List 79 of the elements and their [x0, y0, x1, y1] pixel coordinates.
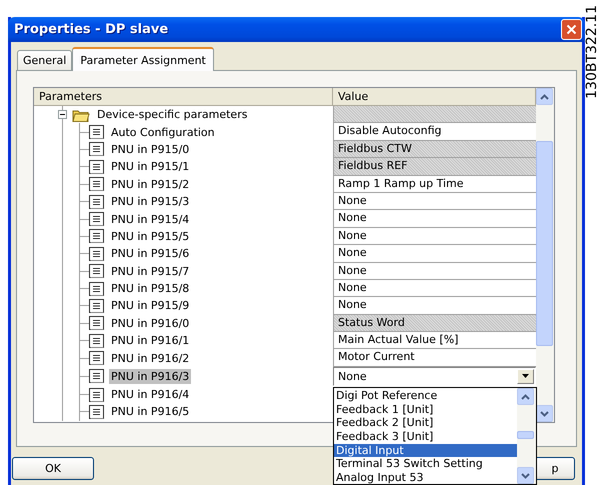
value-cell[interactable]: Status Word — [333, 314, 536, 332]
column-header[interactable]: Parameters — [34, 88, 333, 105]
close-icon — [566, 24, 577, 35]
value-dropdown[interactable]: None — [333, 366, 536, 386]
tab[interactable]: General — [17, 50, 72, 70]
scroll-up-button[interactable] — [536, 88, 553, 105]
value-cell[interactable]: None — [333, 192, 536, 210]
dropdown-option[interactable]: Digi Pot Reference — [334, 389, 517, 403]
chevron-up-icon — [540, 94, 549, 100]
dropdown-option[interactable]: Feedback 2 [Unit] — [334, 416, 517, 430]
value-cell[interactable]: Ramp 1 Ramp up Time — [333, 176, 536, 193]
value-cell[interactable]: None — [333, 280, 536, 298]
value-cell[interactable]: None — [333, 245, 536, 263]
document-icon — [89, 194, 104, 209]
tree-item[interactable]: Device-specific parameters — [95, 107, 250, 122]
dropdown-option[interactable]: Feedback 1 [Unit] — [334, 402, 517, 416]
tree-item[interactable]: PNU in P915/1 — [109, 159, 192, 174]
value-cell[interactable]: Disable Autoconfig — [333, 123, 536, 141]
document-icon — [89, 388, 104, 402]
document-icon — [89, 177, 104, 192]
scroll-down-button[interactable] — [536, 405, 553, 422]
scroll-thumb[interactable] — [517, 431, 534, 439]
tree-item[interactable]: PNU in P916/1 — [109, 333, 192, 348]
tree-item[interactable]: PNU in P915/8 — [109, 281, 192, 296]
tree-item[interactable]: PNU in P915/6 — [109, 246, 192, 262]
document-icon — [89, 334, 104, 348]
document-icon — [89, 404, 104, 419]
document-icon — [89, 316, 104, 330]
tree-item[interactable]: Auto Configuration — [109, 124, 217, 140]
figure-code: 130BT322.11 — [585, 5, 600, 99]
dropdown-value: None — [338, 370, 367, 383]
dropdown-button[interactable] — [517, 368, 534, 384]
tree-item[interactable]: PNU in P916/3 — [109, 368, 192, 384]
document-icon — [89, 212, 104, 226]
scrollbar[interactable] — [536, 88, 554, 422]
tree-item[interactable]: PNU in P916/5 — [109, 404, 192, 420]
document-icon — [89, 142, 104, 156]
window-title: Properties - DP slave — [14, 22, 170, 37]
tree-item[interactable]: PNU in P915/2 — [109, 176, 192, 192]
chevron-up-icon — [521, 394, 530, 400]
ok-button[interactable]: OK — [12, 457, 94, 480]
value-cell[interactable]: None — [333, 228, 536, 246]
tree-item[interactable]: PNU in P916/0 — [109, 316, 192, 331]
dropdown-option[interactable]: Feedback 3 [Unit] — [334, 430, 517, 444]
value-cell[interactable]: None — [333, 262, 536, 280]
document-icon — [89, 246, 104, 261]
tree-item[interactable]: PNU in P915/7 — [109, 264, 192, 279]
scroll-thumb[interactable] — [536, 141, 553, 346]
collapse-icon[interactable] — [58, 110, 67, 120]
value-cell[interactable]: Main Actual Value [%] — [333, 332, 536, 350]
tree-item[interactable]: PNU in P915/4 — [109, 212, 192, 227]
chevron-down-icon — [521, 472, 530, 478]
value-cell[interactable]: Fieldbus CTW — [333, 140, 536, 158]
tree-item[interactable]: PNU in P915/3 — [109, 194, 192, 210]
document-icon — [89, 282, 104, 296]
document-icon — [89, 229, 104, 244]
chevron-down-icon — [540, 410, 549, 416]
tab[interactable]: Parameter Assignment — [72, 47, 214, 71]
tree-item[interactable]: PNU in P916/4 — [109, 387, 192, 402]
dropdown-option[interactable]: Digital Input — [334, 444, 517, 458]
document-icon — [89, 160, 104, 174]
value-cell[interactable]: None — [333, 297, 536, 315]
tree-item[interactable]: PNU in P915/5 — [109, 228, 192, 244]
caret-icon — [522, 374, 529, 378]
value-cell[interactable]: Fieldbus REF — [333, 158, 536, 176]
scrollbar[interactable] — [517, 388, 536, 484]
document-icon — [89, 369, 104, 384]
close-button[interactable] — [561, 19, 582, 40]
tree-item[interactable]: PNU in P915/9 — [109, 298, 192, 314]
value-cell[interactable]: None — [333, 210, 536, 228]
tree-item[interactable]: PNU in P916/2 — [109, 350, 192, 366]
scroll-up-button[interactable] — [517, 388, 534, 405]
value-cell[interactable]: Motor Current — [333, 349, 536, 367]
document-icon — [89, 125, 104, 140]
document-icon — [89, 264, 104, 278]
folder-icon — [72, 108, 90, 122]
document-icon — [89, 351, 104, 366]
document-icon — [89, 298, 104, 313]
tree-item[interactable]: PNU in P915/0 — [109, 142, 192, 157]
